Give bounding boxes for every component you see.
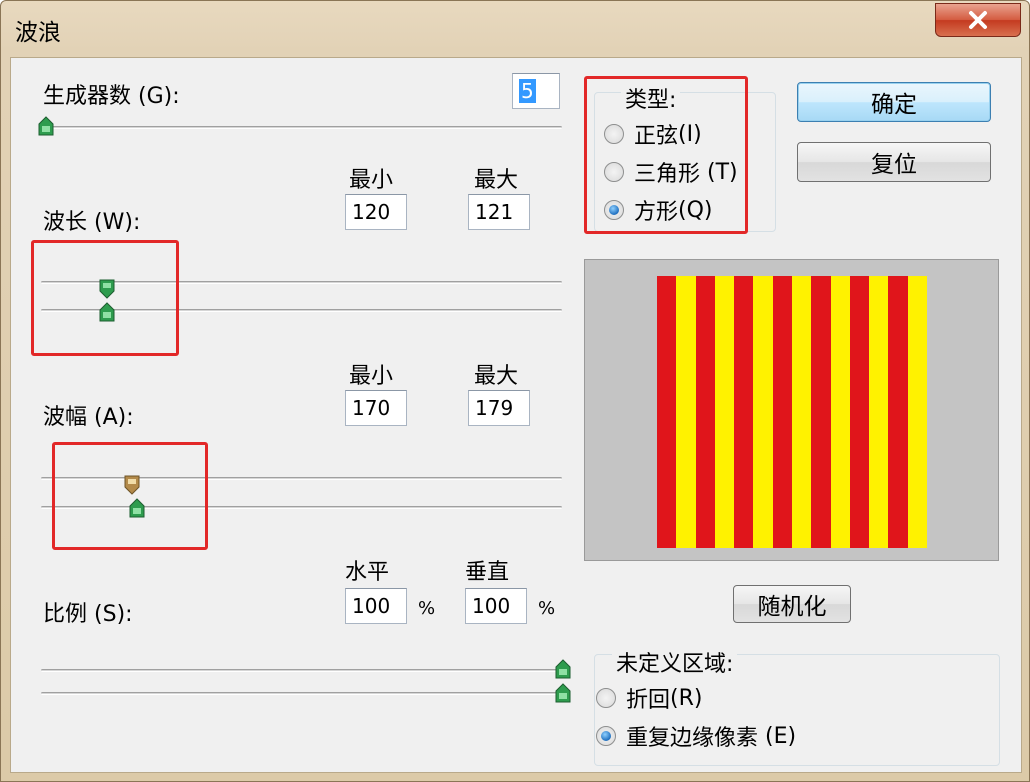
scale-label: 比例 (S):	[43, 602, 133, 627]
scale-horizontal-percent: %	[418, 598, 436, 619]
undefined-radio-wrap-label: 折回	[626, 688, 671, 713]
preview-stripe	[811, 276, 831, 548]
dialog-body: 生成器数 (G): 5 最小 最大 波长 (W): 120 121 最小 最大 …	[10, 57, 1022, 773]
preview-stripe	[907, 276, 927, 548]
wave-dialog: 波浪 生成器数 (G): 5 最小 最大 波长 (W): 120 121 最小 …	[0, 0, 1030, 782]
wavelength-highlight-box	[31, 240, 179, 356]
amplitude-highlight-box	[52, 442, 208, 550]
scale-vertical-input[interactable]: 100	[465, 588, 527, 624]
wavelength-min-label: 最小	[349, 168, 394, 193]
generators-label: 生成器数 (G):	[43, 84, 180, 109]
amplitude-max-label: 最大	[474, 364, 519, 389]
amplitude-label: 波幅 (A):	[43, 405, 134, 430]
close-button[interactable]	[935, 3, 1021, 37]
type-highlight-box	[584, 76, 748, 234]
generators-slider-track[interactable]	[41, 126, 562, 129]
preview-stripe	[830, 276, 850, 548]
undefined-radio-repeat-edge-label: 重复边缘像素	[626, 726, 759, 751]
scale-horizontal-input[interactable]: 100	[345, 588, 407, 624]
radio-icon	[596, 688, 616, 708]
window-title: 波浪	[15, 20, 61, 46]
wavelength-min-input[interactable]: 120	[345, 194, 407, 230]
randomize-button[interactable]: 随机化	[733, 585, 851, 623]
scale-horizontal-label: 水平	[345, 560, 390, 585]
preview-stripe	[888, 276, 908, 548]
amplitude-max-input[interactable]: 179	[468, 390, 530, 426]
radio-selected-icon	[596, 726, 616, 746]
preview-stripe	[753, 276, 773, 548]
scale-vertical-percent: %	[538, 598, 556, 619]
undefined-radio-wrap[interactable]: 折回 (R)	[596, 682, 702, 714]
scale-vertical-thumb[interactable]	[555, 683, 571, 703]
wavelength-label: 波长 (W):	[43, 210, 141, 235]
undefined-area-title: 未定义区域:	[612, 646, 738, 678]
title-bar[interactable]: 波浪	[1, 1, 1029, 57]
scale-horizontal-thumb[interactable]	[555, 659, 571, 679]
close-icon	[969, 11, 987, 29]
preview-stripe	[676, 276, 696, 548]
amplitude-min-input[interactable]: 170	[345, 390, 407, 426]
scale-horizontal-track[interactable]	[41, 669, 562, 672]
preview-panel	[584, 259, 999, 561]
wavelength-max-input[interactable]: 121	[468, 194, 530, 230]
preview-stripe	[791, 276, 812, 548]
preview-stripe	[734, 276, 754, 548]
preview-stripe	[695, 276, 715, 548]
slider-thumb-up-icon	[555, 659, 571, 679]
preview-stripe	[714, 276, 735, 548]
scale-vertical-track[interactable]	[41, 692, 562, 695]
preview-stripe	[657, 276, 677, 548]
slider-thumb-up-icon	[38, 116, 54, 136]
ok-button[interactable]: 确定	[797, 82, 991, 122]
amplitude-min-label: 最小	[349, 364, 394, 389]
generators-input[interactable]: 5	[512, 73, 560, 109]
preview-stripe	[849, 276, 870, 548]
scale-vertical-label: 垂直	[465, 560, 510, 585]
undefined-radio-repeat-edge[interactable]: 重复边缘像素 (E)	[596, 720, 796, 752]
wavelength-max-label: 最大	[474, 168, 519, 193]
slider-thumb-up-icon	[555, 683, 571, 703]
preview-stripe	[772, 276, 792, 548]
generators-slider-thumb[interactable]	[38, 116, 54, 136]
preview-stripes	[657, 276, 927, 548]
preview-stripe	[869, 276, 889, 548]
reset-button[interactable]: 复位	[797, 142, 991, 182]
